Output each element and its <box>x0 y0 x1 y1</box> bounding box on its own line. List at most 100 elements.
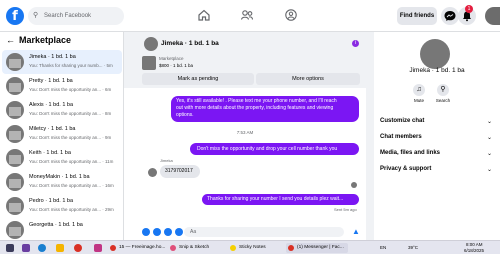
conversation-snippet: You: Don't miss the opportunity an... · … <box>29 111 112 116</box>
chevron-down-icon: ⌄ <box>486 167 492 173</box>
back-arrow-icon[interactable]: ← <box>6 35 15 45</box>
conversation-name: Alexis · 1 bd. 1 ba <box>29 102 74 108</box>
taskbar-app-freeimage[interactable]: 15 — Freeimage.ho... <box>108 243 166 253</box>
find-friends-button[interactable]: Find friends <box>397 7 437 25</box>
search-placeholder: Search Facebook <box>44 13 92 19</box>
outgoing-message: Thanks for sharing your number I send yo… <box>202 194 359 205</box>
conversation-snippet: You: Thanks for sharing your numb... · 5… <box>29 63 113 68</box>
instagram-icon[interactable] <box>94 244 102 252</box>
app-icon[interactable] <box>22 244 30 252</box>
facebook-logo[interactable]: f <box>6 7 24 25</box>
taskbar-app-label: 15 — Freeimage.ho... <box>119 245 166 250</box>
incoming-message: 3179702017 <box>160 165 200 178</box>
listing-thumbnail <box>6 197 24 215</box>
listing-price: $800 · 1 bd. 1 ba <box>159 63 194 68</box>
media-files-section[interactable]: Media, files and links ⌄ <box>380 150 492 157</box>
conversation-name: Pretty · 1 bd. 1 ba <box>29 78 73 84</box>
conversation-name: Jimeka · 1 bd. 1 ba <box>29 54 76 60</box>
mark-as-pending-button[interactable]: Mark as pending <box>142 73 254 85</box>
account-avatar[interactable] <box>485 7 500 25</box>
plus-icon[interactable] <box>142 228 150 236</box>
taskbar-app-label: (1) Messenger | Fac... <box>297 245 344 250</box>
listing-thumbnail <box>6 77 24 95</box>
inbox-title: ← Marketplace <box>6 35 71 45</box>
chevron-down-icon: ⌄ <box>486 151 492 157</box>
conversation-item[interactable]: MoneyMakin · 1 bd. 1 ba You: Don't miss … <box>2 170 122 194</box>
privacy-support-section[interactable]: Privacy & support ⌄ <box>380 166 492 173</box>
message-line: Yes, it's still available! . Please text… <box>176 98 337 104</box>
gif-icon[interactable] <box>175 228 183 236</box>
message-timestamp: 7:53 AM <box>236 130 254 135</box>
profile-name: Jimeka · 1 bd. 1 ba <box>409 67 465 74</box>
conversation-name: Keith · 1 bd. 1 ba <box>29 150 71 156</box>
taskbar-app-messenger[interactable]: (1) Messenger | Fac... <box>286 243 348 253</box>
message-composer: Aa ▲ <box>124 224 366 240</box>
chat-avatar[interactable] <box>144 37 158 51</box>
customize-chat-section[interactable]: Customize chat ⌄ <box>380 118 492 125</box>
messenger-button[interactable] <box>441 7 459 25</box>
mute-label: Mute <box>413 98 424 103</box>
section-label: Chat members <box>380 134 422 140</box>
groups-icon[interactable] <box>284 8 298 22</box>
notification-count-badge: 1 <box>465 5 473 13</box>
more-options-button[interactable]: More options <box>256 73 360 85</box>
conversation-item[interactable]: Pedro · 1 bd. 1 ba You: Don't miss the o… <box>2 194 122 218</box>
chat-members-section[interactable]: Chat members ⌄ <box>380 134 492 141</box>
listing-thumbnail <box>6 53 24 71</box>
mute-button[interactable]: ♫ Mute <box>407 84 431 103</box>
conversation-snippet: You: Don't miss the opportunity an... · … <box>29 183 114 188</box>
message-status: Sent 5m ago <box>334 207 357 212</box>
search-button[interactable]: ⚲ Search <box>431 84 455 103</box>
sticker-icon[interactable] <box>164 228 172 236</box>
language-indicator[interactable]: EN <box>380 245 386 250</box>
conversation-name: Miletcy · 1 bd. 1 ba <box>29 126 76 132</box>
sender-avatar <box>148 168 157 177</box>
conversation-item[interactable]: Jimeka · 1 bd. 1 ba You: Thanks for shar… <box>2 50 122 74</box>
listing-label: Marketplace <box>159 56 184 61</box>
folder-icon[interactable] <box>56 244 64 252</box>
section-label: Media, files and links <box>380 150 441 156</box>
chat-title[interactable]: Jimeka · 1 bd. 1 ba <box>161 40 219 47</box>
conversation-item[interactable]: Miletcy · 1 bd. 1 ba You: Don't miss the… <box>2 122 122 146</box>
chevron-down-icon: ⌄ <box>486 135 492 141</box>
message-line: options. <box>176 112 194 118</box>
photo-icon[interactable] <box>153 228 161 236</box>
clock-time[interactable]: 8:00 AM <box>466 242 483 247</box>
listing-thumbnail <box>6 101 24 119</box>
info-icon[interactable]: i <box>352 40 359 47</box>
chat-panel: Jimeka · 1 bd. 1 ba i Marketplace $800 ·… <box>124 32 366 240</box>
friends-icon[interactable] <box>240 8 254 22</box>
clock-date[interactable]: 6/18/2025 <box>464 248 484 253</box>
listing-thumbnail[interactable] <box>142 56 156 70</box>
edge-icon[interactable] <box>38 244 46 252</box>
thumbs-up-icon[interactable]: ▲ <box>352 227 360 237</box>
conversation-snippet: You: Don't miss the opportunity an... · … <box>29 135 112 140</box>
outgoing-message: Yes, it's still available! . Please text… <box>171 96 359 122</box>
conversation-name: Georgetta · 1 bd. 1 ba <box>29 222 83 228</box>
conversation-item[interactable]: Alexis · 1 bd. 1 ba You: Don't miss the … <box>2 98 122 122</box>
message-input[interactable]: Aa <box>184 227 344 237</box>
start-icon[interactable] <box>6 244 14 252</box>
conversation-item[interactable]: Pretty · 1 bd. 1 ba You: Don't miss the … <box>2 74 122 98</box>
outgoing-message: Don't miss the opportunity and drop your… <box>190 143 359 155</box>
weather-temperature[interactable]: 39°C <box>408 245 418 250</box>
search-input[interactable]: ⚲ Search Facebook <box>28 7 124 25</box>
windows-taskbar: 15 — Freeimage.ho... Snip & Sketch Stick… <box>0 240 500 254</box>
sender-name: Jimeka <box>160 158 173 163</box>
profile-avatar[interactable] <box>420 39 450 69</box>
section-label: Customize chat <box>380 118 425 124</box>
top-bar: f ⚲ Search Facebook Find friends 1 <box>0 0 500 32</box>
home-icon[interactable] <box>197 8 211 22</box>
taskbar-app-sticky-notes[interactable]: Sticky Notes <box>228 243 284 253</box>
search-icon: ⚲ <box>33 12 39 19</box>
listing-thumbnail <box>6 149 24 167</box>
conversation-name: MoneyMakin · 1 bd. 1 ba <box>29 174 90 180</box>
taskbar-app-snip[interactable]: Snip & Sketch <box>168 243 226 253</box>
listing-thumbnail <box>6 221 24 239</box>
conversation-item[interactable]: Georgetta · 1 bd. 1 ba <box>2 218 122 240</box>
conversation-item[interactable]: Keith · 1 bd. 1 ba You: Don't miss the o… <box>2 146 122 170</box>
search-label: Search <box>435 98 451 103</box>
taskbar-app-label: Sticky Notes <box>239 245 266 250</box>
chrome-icon[interactable] <box>74 244 82 252</box>
inbox-title-text: Marketplace <box>19 35 72 45</box>
